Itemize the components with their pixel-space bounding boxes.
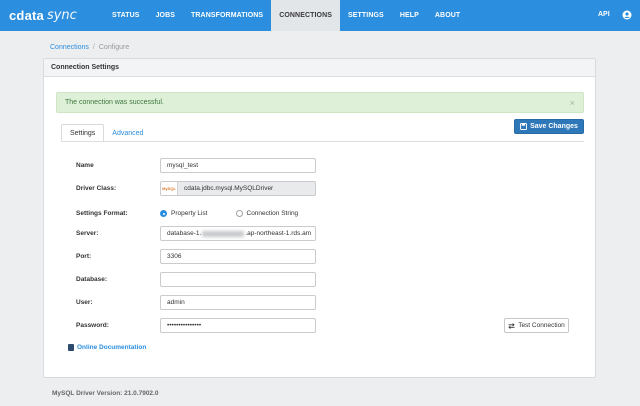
settings-format-radio-group: Property List Connection String — [160, 210, 298, 217]
breadcrumb: Connections / Configure — [50, 44, 129, 51]
top-navbar: cdata sync STATUS JOBS TRANSFORMATIONS C… — [0, 0, 640, 31]
main-nav: STATUS JOBS TRANSFORMATIONS CONNECTIONS … — [104, 0, 468, 31]
panel-title: Connection Settings — [44, 59, 595, 77]
nav-jobs[interactable]: JOBS — [148, 0, 183, 31]
user-input[interactable]: admin — [160, 295, 316, 310]
redacted-region — [202, 230, 245, 237]
breadcrumb-connections-link[interactable]: Connections — [50, 44, 89, 51]
floppy-disk-icon — [520, 123, 528, 130]
connection-settings-panel: Connection Settings The connection was s… — [43, 58, 596, 378]
port-input[interactable]: 3306 — [160, 249, 316, 264]
driver-class-value: cdata.jdbc.mysql.MySQLDriver — [184, 185, 274, 192]
server-prefix: database-1. — [167, 230, 202, 237]
breadcrumb-current: Configure — [98, 44, 130, 51]
password-input[interactable]: ••••••••••••••• — [160, 318, 316, 333]
close-icon[interactable]: × — [570, 98, 575, 108]
logo-mark: cdata — [9, 8, 44, 23]
settings-format-label: Settings Format: — [76, 210, 128, 217]
connection-string-radio[interactable] — [235, 210, 243, 217]
driver-version-footer: MySQL Driver Version: 21.0.7902.0 — [52, 390, 159, 397]
connection-string-label[interactable]: Connection String — [247, 210, 299, 217]
server-label: Server: — [76, 230, 99, 237]
name-label: Name — [76, 162, 94, 169]
test-connection-label: Test Connection — [518, 322, 565, 329]
user-label: User: — [76, 299, 93, 306]
port-label: Port: — [76, 253, 92, 260]
server-suffix: .ap-northeast-1.rds.am — [245, 230, 312, 237]
cdata-sync-logo[interactable]: cdata sync — [9, 7, 77, 24]
nav-api[interactable]: API — [598, 11, 610, 18]
nav-about[interactable]: ABOUT — [427, 0, 468, 31]
settings-tabs: Settings Advanced — [61, 124, 151, 142]
name-input[interactable]: mysql_test — [160, 158, 316, 173]
success-alert: The connection was successful. × — [56, 92, 584, 113]
tab-advanced[interactable]: Advanced — [104, 124, 151, 142]
driver-class-field: MySQL cdata.jdbc.mysql.MySQLDriver — [160, 181, 316, 196]
online-documentation-label: Online Documentation — [77, 344, 147, 351]
breadcrumb-separator: / — [92, 44, 95, 51]
nav-help[interactable]: HELP — [392, 0, 427, 31]
tab-divider — [61, 141, 584, 142]
alert-text: The connection was successful. — [65, 99, 164, 106]
book-icon — [68, 344, 74, 351]
logo-sub: sync — [46, 8, 77, 23]
driver-class-label: Driver Class: — [76, 185, 117, 192]
nav-transformations[interactable]: TRANSFORMATIONS — [183, 0, 271, 31]
mysql-logo-icon: MySQL — [161, 182, 178, 195]
tab-settings[interactable]: Settings — [61, 124, 105, 142]
property-list-radio[interactable] — [160, 210, 167, 217]
database-input[interactable] — [160, 272, 316, 287]
database-label: Database: — [76, 276, 108, 283]
server-input[interactable]: database-1. .ap-northeast-1.rds.am — [160, 226, 316, 241]
user-circle-icon[interactable] — [622, 10, 632, 20]
save-changes-button[interactable]: Save Changes — [514, 119, 584, 134]
password-label: Password: — [76, 322, 109, 329]
nav-connections[interactable]: CONNECTIONS — [271, 0, 341, 31]
exchange-arrows-icon — [508, 322, 515, 329]
property-list-label[interactable]: Property List — [171, 210, 208, 217]
nav-status[interactable]: STATUS — [104, 0, 148, 31]
test-connection-button[interactable]: Test Connection — [504, 318, 569, 333]
save-changes-label: Save Changes — [530, 123, 578, 130]
nav-settings[interactable]: SETTINGS — [340, 0, 392, 31]
online-documentation-link[interactable]: Online Documentation — [68, 344, 146, 351]
